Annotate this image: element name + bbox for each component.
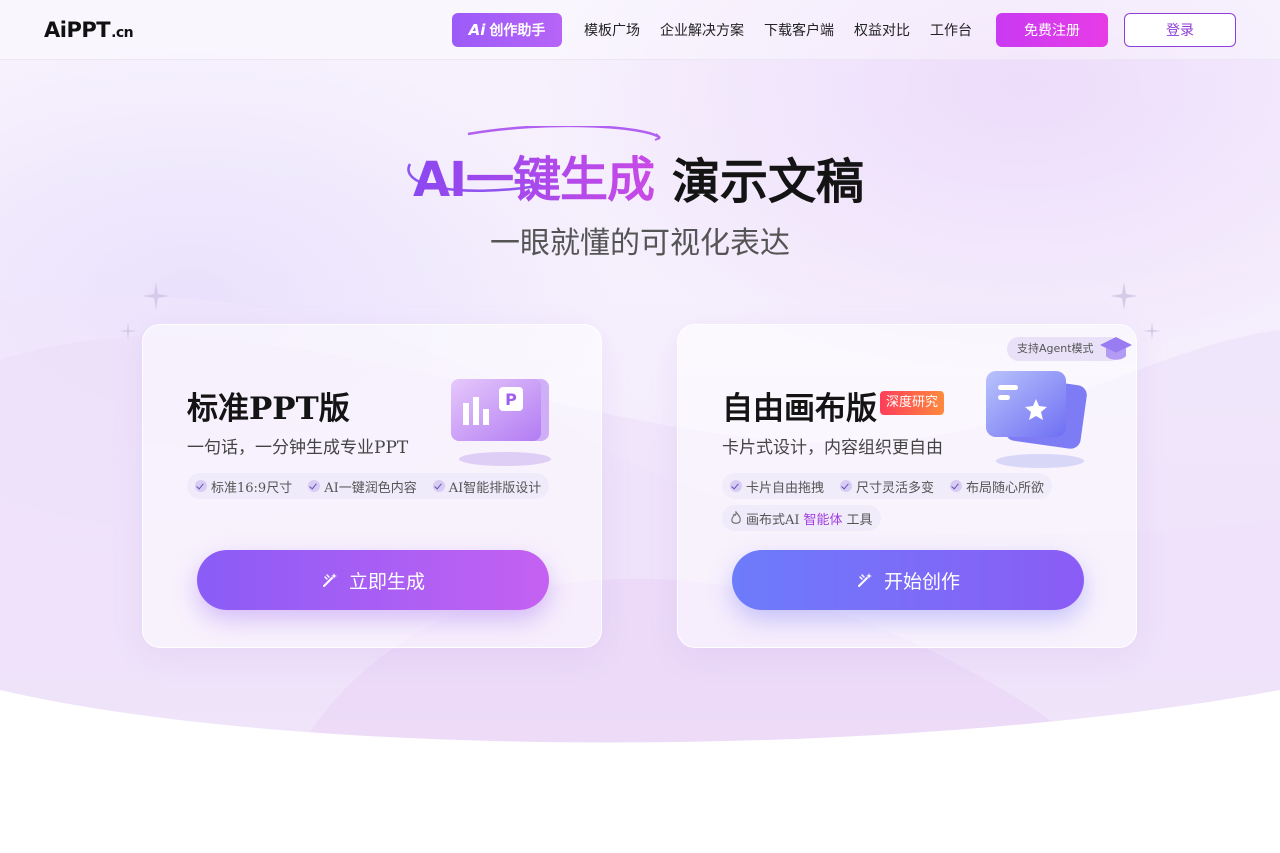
feature-item: 尺寸灵活多变 (840, 477, 934, 496)
login-button[interactable]: 登录 (1124, 13, 1236, 47)
logo-suffix: .cn (111, 25, 134, 41)
check-icon (195, 480, 207, 492)
free-canvas-card[interactable]: 支持Agent模式 自由画布版 深度研究 卡片式设计，内容组织更自由 卡片自由拖… (677, 324, 1137, 648)
feature-item: 卡片自由拖拽 (730, 477, 824, 496)
check-icon (432, 480, 445, 492)
deep-research-badge: 深度研究 (880, 391, 945, 415)
feature-item: 布局随心所欲 (950, 477, 1044, 496)
magic-wand-icon (322, 573, 337, 587)
cta-label: 立即生成 (348, 570, 425, 593)
ppt-chart-icon: P (451, 379, 551, 466)
check-icon (730, 480, 742, 492)
feature-item: 画布式AI 智能体 工具 (730, 509, 873, 528)
hero-subtitle: 一眼就懂的可视化表达 (490, 226, 790, 261)
register-button[interactable]: 免费注册 (996, 13, 1108, 47)
card-title: 标准PPT版 (187, 391, 350, 427)
logo-text: AiPPT (44, 18, 111, 42)
nav-download-client[interactable]: 下载客户端 (764, 20, 834, 40)
check-icon (308, 480, 321, 492)
graduation-cap-icon (1100, 337, 1132, 360)
nav-workspace[interactable]: 工作台 (930, 20, 972, 40)
nav-template-square[interactable]: 模板广场 (584, 20, 640, 40)
card-description: 一句话，一分钟生成专业PPT (187, 438, 409, 458)
feature-item: 标准16:9尺寸 (195, 477, 292, 496)
svg-text:P: P (505, 390, 517, 409)
ai-assistant-button[interactable]: Ai 创作助手 (452, 13, 562, 47)
nav-benefits-compare[interactable]: 权益对比 (854, 20, 910, 40)
check-icon (840, 480, 853, 492)
top-navbar: AiPPT .cn Ai 创作助手 模板广场 企业解决方案 下载客户端 权益对比 … (0, 0, 1280, 60)
generate-now-button[interactable]: 立即生成 (197, 550, 549, 610)
check-icon (950, 480, 963, 492)
nav-enterprise-solutions[interactable]: 企业解决方案 (660, 20, 744, 40)
feature-item: AI智能排版设计 (432, 477, 541, 496)
ai-assistant-label: 创作助手 (489, 23, 546, 39)
card-title: 自由画布版 (722, 391, 877, 427)
cta-label: 开始创作 (883, 570, 960, 593)
start-creating-button[interactable]: 开始创作 (732, 550, 1084, 610)
standard-ppt-card[interactable]: 标准PPT版 一句话，一分钟生成专业PPT P 标准16:9尺寸 AI一键润色内… (142, 324, 602, 648)
feature-item: AI一键润色内容 (308, 477, 417, 496)
hero-title: AI一键生成 演示文稿 (0, 126, 1280, 210)
card-description: 卡片式设计，内容组织更自由 (722, 438, 943, 458)
flame-icon (731, 511, 741, 524)
hero-title-highlight: AI一键生成 (413, 140, 655, 210)
hero-title-rest: 演示文稿 (672, 154, 865, 210)
feature-list: 卡片自由拖拽 尺寸灵活多变 布局随心所欲 (722, 473, 1053, 499)
logo[interactable]: AiPPT .cn (44, 18, 134, 44)
ai-sparkle-icon: Ai (468, 21, 486, 39)
card-star-icon (986, 371, 1087, 468)
magic-wand-icon (857, 573, 872, 587)
feature-list: 标准16:9尺寸 AI一键润色内容 AI智能排版设计 (187, 473, 550, 499)
agent-feature-row: 画布式AI 智能体 工具 (722, 505, 881, 531)
